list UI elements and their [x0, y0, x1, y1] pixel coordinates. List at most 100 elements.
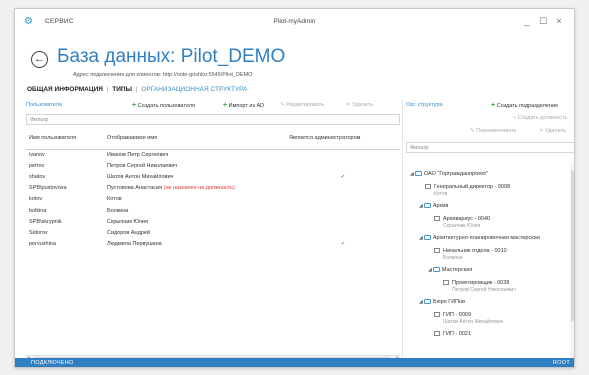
- org-position-node[interactable]: Проектировщик - 0028 Петров Сергей Никола…: [437, 280, 516, 293]
- delete-unit-button[interactable]: ✕ Удалить: [539, 128, 566, 134]
- org-position-node[interactable]: ГИП - 0009 Шатов Антон Михайлович: [428, 312, 503, 325]
- expand-toggle-icon[interactable]: ◢: [419, 203, 423, 209]
- delete-user-button[interactable]: ✕ Удалить: [346, 102, 373, 108]
- create-position-button[interactable]: + Создать должность: [513, 115, 567, 121]
- users-toolbar: Пользователи + Создать пользователя + Им…: [26, 100, 400, 113]
- org-filter-input[interactable]: Фильтр: [406, 142, 574, 153]
- node-label: Бюро ГИПов: [432, 299, 466, 305]
- delete-x-icon: ✕: [346, 102, 351, 108]
- org-position-node[interactable]: ГИП - 0021: [428, 331, 471, 337]
- user-display-name-cell: Скрыпник Юлия: [104, 216, 286, 227]
- tab-general-info[interactable]: ОБЩАЯ ИНФОРМАЦИЯ: [27, 86, 103, 93]
- user-display-name-cell: Иванов Петр Сергеевич: [104, 149, 286, 160]
- node-label: Архив: [432, 203, 449, 209]
- app-title: Pilot-myAdmin: [273, 18, 316, 25]
- tab-org-structure[interactable]: ОРГАНИЗАЦИОННАЯ СТРУКТУРА: [141, 86, 247, 93]
- table-row[interactable]: ivanov Иванов Петр Сергеевич: [26, 149, 400, 160]
- org-unit-node[interactable]: ◢ ОАО "Горгражданпроект": [410, 171, 488, 177]
- create-user-button[interactable]: + Создать пользователя: [132, 102, 195, 109]
- user-display-name-cell: Сидоров Андрей: [104, 227, 286, 238]
- position-icon: [434, 216, 440, 221]
- column-header-admin[interactable]: Является администратором: [286, 127, 400, 150]
- user-display-name: Сидоров Андрей: [107, 229, 150, 236]
- panel-divider[interactable]: [402, 100, 403, 362]
- admin-check-icon: ✓: [340, 173, 346, 180]
- position-icon: [434, 248, 440, 253]
- folder-icon: [414, 171, 422, 176]
- admin-check-icon: [286, 194, 400, 205]
- org-unit-node[interactable]: ◢ Архив: [419, 203, 448, 209]
- table-row[interactable]: SPB\pustovova Пустовова Анастасия (не наз…: [26, 183, 400, 194]
- user-login-cell: pervushina: [29, 241, 56, 248]
- user-display-name: Людмила Первушина: [107, 241, 162, 248]
- scrollbar-thumb[interactable]: [571, 171, 574, 321]
- expand-toggle-icon[interactable]: ◢: [419, 235, 423, 241]
- close-button[interactable]: ×: [552, 15, 566, 27]
- pencil-icon: ✎: [280, 102, 285, 108]
- org-toolbar-row3: ✎ Переименовать ✕ Удалить: [406, 126, 574, 139]
- org-toolbar: Орг. структура + Создать подразделение: [406, 100, 574, 113]
- table-row[interactable]: bolkina Болкина: [26, 205, 400, 216]
- import-ad-button[interactable]: + Импорт из AD: [223, 102, 264, 109]
- node-label: ОАО "Горгражданпроект": [423, 171, 489, 177]
- main-window: ⚙ СЕРВИС Pilot-myAdmin _ ☐ × ← База данн…: [14, 8, 575, 368]
- folder-icon: [423, 203, 431, 208]
- table-row[interactable]: pervushina Людмила Первушина ✓: [26, 239, 400, 250]
- user-login-cell: Sidorov: [29, 229, 48, 236]
- create-unit-label: Создать подразделение: [496, 103, 559, 109]
- users-filter-input[interactable]: Фильтр: [26, 114, 400, 125]
- edit-user-button[interactable]: ✎ Редактировать: [280, 102, 324, 108]
- table-row[interactable]: SPB\skrypnik Скрыпник Юлия: [26, 216, 400, 227]
- tab-bar: ОБЩАЯ ИНФОРМАЦИЯ | ТИПЫ | ОРГАНИЗАЦИОННА…: [27, 86, 249, 93]
- node-label: Начальник отдела - 0010: [443, 248, 507, 254]
- node-label: ГИП - 0021: [443, 331, 472, 337]
- folder-icon: [423, 235, 431, 240]
- user-display-name-cell: Петров Сергей Николаевич: [104, 160, 286, 171]
- org-position-node[interactable]: Архивариус - 0040 Скрыпник Юлия: [428, 216, 490, 229]
- org-position-node[interactable]: Генеральный директор - 0008 Котов: [419, 184, 510, 197]
- column-header-display-name[interactable]: Отображаемое имя: [104, 127, 286, 150]
- expand-toggle-icon[interactable]: ◢: [428, 267, 432, 273]
- admin-check-icon: [286, 216, 400, 227]
- tab-separator: |: [106, 86, 109, 93]
- admin-check-icon: [286, 183, 400, 194]
- delete-x-icon: ✕: [539, 128, 544, 134]
- user-display-name: Шатов Антон Михайлович: [107, 173, 174, 180]
- org-position-node[interactable]: Начальник отдела - 0010 Болкина: [428, 248, 507, 261]
- org-unit-node[interactable]: ◢ Бюро ГИПов: [419, 299, 465, 305]
- node-label: Генеральный директор - 0008: [434, 184, 511, 190]
- org-structure-panel: Орг. структура + Создать подразделение +…: [406, 100, 574, 362]
- maximize-button[interactable]: ☐: [536, 15, 550, 27]
- back-arrow-icon[interactable]: ←: [31, 51, 48, 68]
- delete-user-label: Удалить: [352, 102, 374, 108]
- tab-types[interactable]: ТИПЫ: [112, 86, 132, 93]
- node-label: ГИП - 0009: [443, 312, 472, 318]
- column-header-login[interactable]: Имя пользователя: [26, 127, 104, 150]
- table-row[interactable]: shatov Шатов Антон Михайлович ✓: [26, 171, 400, 182]
- org-vertical-scrollbar[interactable]: [570, 163, 574, 359]
- page-header: ← База данных: Pilot_DEMO Адрес подключе…: [15, 35, 574, 89]
- create-unit-button[interactable]: + Создать подразделение: [491, 102, 558, 109]
- connection-status: ПОДКЛЮЧЕНО: [31, 360, 74, 366]
- plus-icon: +: [491, 102, 496, 109]
- table-row[interactable]: petrov Петров Сергей Николаевич: [26, 160, 400, 171]
- delete-unit-label: Удалить: [545, 128, 567, 134]
- edit-user-label: Редактировать: [286, 102, 325, 108]
- org-unit-node[interactable]: ◢ Архитектурно-планировочная мастерская: [419, 235, 540, 241]
- position-icon: [434, 331, 440, 336]
- table-row[interactable]: Sidorov Сидоров Андрей: [26, 227, 400, 238]
- org-section-title: Орг. структура: [406, 102, 443, 108]
- user-login-cell: petrov: [29, 162, 45, 169]
- expand-toggle-icon[interactable]: ◢: [410, 171, 414, 177]
- minimize-button[interactable]: _: [520, 15, 534, 27]
- rename-button[interactable]: ✎ Переименовать: [470, 128, 516, 134]
- table-row[interactable]: kotov Котов: [26, 194, 400, 205]
- user-login-cell: kotov: [29, 196, 43, 203]
- admin-check-icon: [286, 149, 400, 160]
- plus-icon: +: [223, 102, 228, 109]
- org-unit-node[interactable]: ◢ Мастерская: [428, 267, 472, 273]
- create-position-label: Создать должность: [517, 115, 568, 121]
- expand-toggle-icon[interactable]: ◢: [419, 299, 423, 305]
- folder-icon: [423, 299, 431, 304]
- pencil-icon: ✎: [470, 128, 475, 134]
